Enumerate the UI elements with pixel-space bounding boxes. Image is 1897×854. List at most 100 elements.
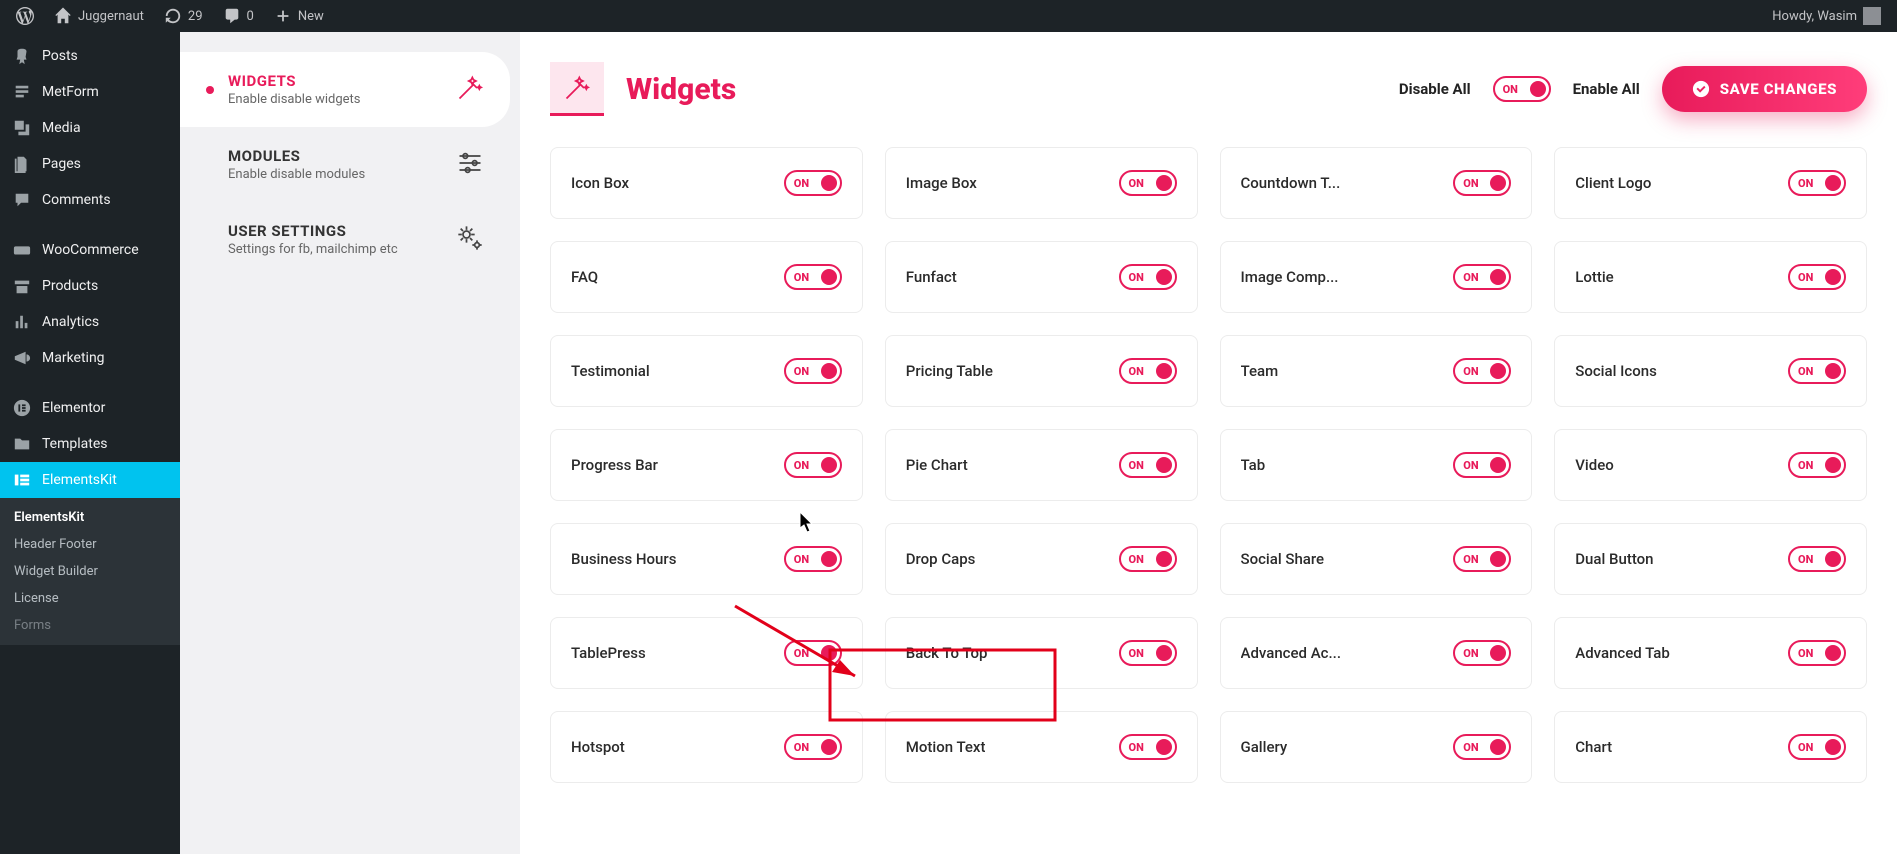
toggle-label: ON (1793, 647, 1813, 660)
widget-toggle[interactable]: ON (1788, 546, 1846, 572)
sidebar-item-elementskit[interactable]: ElementsKit (0, 462, 180, 498)
widget-card: Advanced TabON (1554, 617, 1867, 689)
widget-toggle[interactable]: ON (1453, 734, 1511, 760)
widget-name: Chart (1575, 738, 1612, 756)
widget-toggle[interactable]: ON (1119, 264, 1177, 290)
products-icon (12, 276, 32, 296)
toggle-knob (821, 645, 837, 661)
elementskit-submenu: ElementsKit Header Footer Widget Builder… (0, 498, 180, 645)
widget-toggle[interactable]: ON (1119, 358, 1177, 384)
sidebar-item-products[interactable]: Products (0, 268, 180, 304)
submenu-widget-builder[interactable]: Widget Builder (0, 558, 180, 585)
toggle-label: ON (1124, 553, 1144, 566)
widget-card: Advanced Ac... ON (1220, 617, 1533, 689)
toggle-label: ON (1458, 647, 1478, 660)
widget-toggle[interactable]: ON (1453, 264, 1511, 290)
widget-toggle[interactable]: ON (1119, 170, 1177, 196)
widget-toggle[interactable]: ON (1788, 264, 1846, 290)
toggle-knob (1490, 645, 1506, 661)
widget-toggle[interactable]: ON (784, 640, 842, 666)
new-label: New (298, 9, 324, 24)
widget-toggle[interactable]: ON (784, 264, 842, 290)
wp-logo[interactable] (8, 0, 42, 32)
disable-all-link[interactable]: Disable All (1399, 80, 1471, 98)
widget-toggle[interactable]: ON (1453, 452, 1511, 478)
woo-icon (12, 240, 32, 260)
sidebar-item-media[interactable]: Media (0, 110, 180, 146)
widget-card: Image Comp...ON (1220, 241, 1533, 313)
toggle-knob (1825, 269, 1841, 285)
widget-name: Pricing Table (906, 362, 993, 380)
widget-toggle[interactable]: ON (1453, 546, 1511, 572)
tab-modules[interactable]: MODULES Enable disable modules (180, 127, 510, 202)
widget-name: Social Icons (1575, 362, 1657, 380)
sidebar-item-templates[interactable]: Templates (0, 426, 180, 462)
enable-all-link[interactable]: Enable All (1573, 80, 1640, 98)
widget-toggle[interactable]: ON (1119, 734, 1177, 760)
toggle-label: ON (789, 459, 809, 472)
sidebar-item-elementor[interactable]: Elementor (0, 390, 180, 426)
sidebar-item-marketing[interactable]: Marketing (0, 340, 180, 376)
widget-toggle[interactable]: ON (1119, 452, 1177, 478)
widget-toggle[interactable]: ON (784, 734, 842, 760)
site-home-link[interactable]: Juggernaut (46, 0, 152, 32)
sidebar-item-label: WooCommerce (42, 242, 139, 258)
howdy-user[interactable]: Howdy, Wasim (1764, 0, 1889, 32)
active-dot (206, 86, 214, 94)
comments-link[interactable]: 0 (215, 0, 262, 32)
toggle-knob (821, 363, 837, 379)
updates-link[interactable]: 29 (156, 0, 211, 32)
toggle-knob (1530, 81, 1546, 97)
widget-name: TablePress (571, 644, 646, 662)
widget-card: Business HoursON (550, 523, 863, 595)
updates-count: 29 (188, 9, 203, 24)
new-content-link[interactable]: New (266, 0, 332, 32)
toggle-label: ON (1458, 553, 1478, 566)
widget-toggle[interactable]: ON (1453, 640, 1511, 666)
submenu-license[interactable]: License (0, 585, 180, 612)
widget-toggle[interactable]: ON (1788, 452, 1846, 478)
widget-name: Video (1575, 456, 1614, 474)
toggle-knob (1156, 551, 1172, 567)
sidebar-item-pages[interactable]: Pages (0, 146, 180, 182)
tab-user-settings[interactable]: USER SETTINGS Settings for fb, mailchimp… (180, 202, 510, 277)
widget-toggle[interactable]: ON (1788, 358, 1846, 384)
toggle-knob (1490, 175, 1506, 191)
toggle-label: ON (789, 177, 809, 190)
widget-card: FunfactON (885, 241, 1198, 313)
submenu-header-footer[interactable]: Header Footer (0, 531, 180, 558)
widget-toggle[interactable]: ON (1788, 170, 1846, 196)
sidebar-item-analytics[interactable]: Analytics (0, 304, 180, 340)
widget-name: Dual Button (1575, 550, 1653, 568)
widget-name: Advanced Ac... (1241, 644, 1342, 662)
toggle-label: ON (789, 741, 809, 754)
widget-toggle[interactable]: ON (1453, 170, 1511, 196)
sidebar-item-metform[interactable]: MetForm (0, 74, 180, 110)
sidebar-item-woocommerce[interactable]: WooCommerce (0, 232, 180, 268)
submenu-forms[interactable]: Forms (0, 612, 180, 639)
sidebar-item-posts[interactable]: Posts (0, 38, 180, 74)
submenu-elementskit[interactable]: ElementsKit (0, 504, 180, 531)
gears-icon (456, 224, 484, 256)
widget-toggle[interactable]: ON (1119, 640, 1177, 666)
widget-toggle[interactable]: ON (1119, 546, 1177, 572)
widget-toggle[interactable]: ON (784, 546, 842, 572)
widget-name: Social Share (1241, 550, 1325, 568)
widget-toggle[interactable]: ON (1453, 358, 1511, 384)
widgets-grid: Icon BoxONImage BoxONCountdown T...ONCli… (550, 129, 1867, 783)
widget-toggle[interactable]: ON (784, 170, 842, 196)
widget-card: Dual Button ON (1554, 523, 1867, 595)
widget-toggle[interactable]: ON (784, 358, 842, 384)
sidebar-item-comments[interactable]: Comments (0, 182, 180, 218)
master-toggle[interactable]: ON (1493, 76, 1551, 102)
widget-toggle[interactable]: ON (1788, 734, 1846, 760)
toggle-label: ON (1124, 741, 1144, 754)
widget-toggle[interactable]: ON (1788, 640, 1846, 666)
toggle-label: ON (1498, 83, 1518, 96)
widget-toggle[interactable]: ON (784, 452, 842, 478)
sidebar-item-label: Elementor (42, 400, 105, 416)
tab-widgets[interactable]: WIDGETS Enable disable widgets (180, 52, 510, 127)
widget-name: Drop Caps (906, 550, 976, 568)
toggle-label: ON (1458, 741, 1478, 754)
save-button[interactable]: SAVE CHANGES (1662, 66, 1867, 112)
